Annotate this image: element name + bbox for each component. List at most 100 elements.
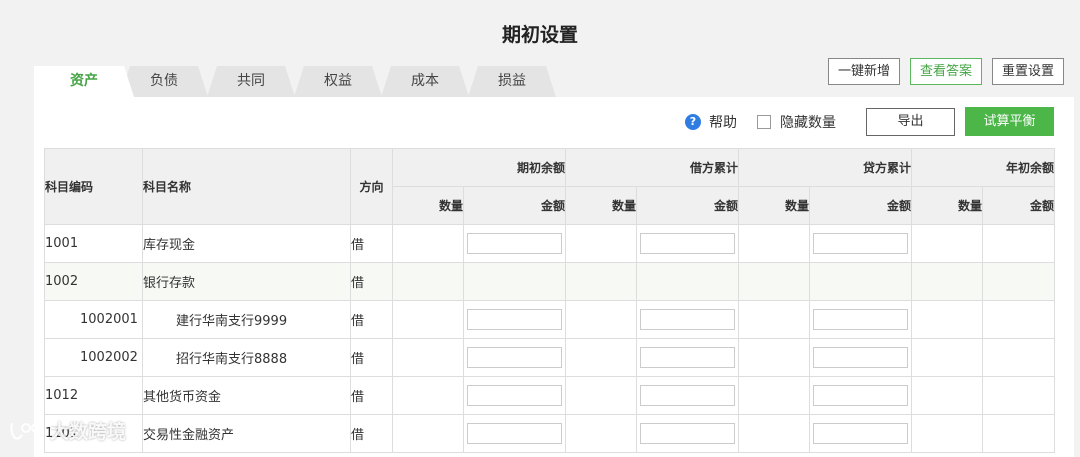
tab-cost[interactable]: 成本 — [381, 66, 469, 97]
account-direction: 借 — [350, 414, 393, 453]
table-row: 1002 银行存款 借 — [44, 262, 1056, 301]
debit-amount-input[interactable] — [640, 233, 736, 254]
year-start-qty-cell — [911, 338, 984, 377]
debit-qty-cell — [565, 224, 638, 263]
page-title: 期初设置 — [501, 24, 578, 46]
opening-amount-input[interactable] — [467, 347, 562, 368]
credit-amount-cell — [809, 224, 913, 263]
opening-amount-input[interactable] — [467, 233, 562, 254]
credit-qty-cell — [738, 300, 811, 339]
table-row: 1002001 建行华南支行9999 借 — [44, 300, 1056, 339]
opening-amount-input[interactable] — [467, 385, 562, 406]
header-amount: 金额 — [636, 186, 740, 225]
year-start-amount-cell — [982, 414, 1056, 453]
opening-amount-cell — [462, 414, 567, 453]
header-amount: 金额 — [462, 186, 567, 225]
credit-amount-input[interactable] — [813, 423, 909, 444]
header-credit-total: 贷方累计 — [738, 148, 913, 187]
account-code: 1001 — [44, 224, 143, 263]
year-start-amount-cell — [982, 376, 1056, 415]
export-button[interactable]: 导出 — [866, 107, 955, 136]
year-start-amount-cell — [982, 338, 1056, 377]
credit-amount-input[interactable] — [813, 385, 909, 406]
opening-amount-cell — [462, 338, 567, 377]
opening-qty-cell — [392, 300, 464, 339]
account-code: 1002001 — [44, 300, 143, 339]
year-start-qty-cell — [911, 262, 984, 301]
debit-amount-input[interactable] — [640, 385, 736, 406]
header-qty: 数量 — [565, 186, 638, 225]
debit-amount-input[interactable] — [640, 347, 736, 368]
header-year-start-balance: 年初余额 — [911, 148, 1056, 187]
year-start-qty-cell — [911, 414, 984, 453]
quick-add-button[interactable]: 一键新增 — [827, 58, 900, 85]
year-start-amount-cell — [982, 262, 1056, 301]
debit-amount-input[interactable] — [640, 423, 736, 444]
opening-amount-cell — [462, 224, 567, 263]
debit-amount-input[interactable] — [640, 309, 736, 330]
opening-qty-cell — [392, 414, 464, 453]
credit-amount-cell — [809, 262, 913, 301]
opening-qty-cell — [392, 262, 464, 301]
opening-amount-cell — [462, 300, 567, 339]
credit-amount-cell — [809, 338, 913, 377]
debit-amount-cell — [636, 376, 740, 415]
account-direction: 借 — [350, 224, 393, 263]
account-code: 1002002 — [44, 338, 143, 377]
account-code: 1002 — [44, 262, 143, 301]
debit-qty-cell — [565, 338, 638, 377]
debit-amount-cell — [636, 224, 740, 263]
view-answer-button[interactable]: 查看答案 — [909, 58, 982, 85]
tab-equity[interactable]: 权益 — [294, 66, 382, 97]
credit-amount-input[interactable] — [813, 233, 909, 254]
debit-amount-cell — [636, 338, 740, 377]
header-direction: 方向 — [350, 148, 393, 225]
header-opening-balance: 期初余额 — [391, 148, 567, 187]
trial-balance-button[interactable]: 试算平衡 — [965, 107, 1054, 136]
opening-amount-cell — [462, 376, 567, 415]
tab-liability[interactable]: 负债 — [120, 66, 208, 97]
account-name: 招行华南支行8888 — [142, 338, 351, 377]
tab-asset[interactable]: 资产 — [34, 66, 134, 97]
debit-qty-cell — [565, 300, 638, 339]
opening-balance-table: 科目编码 科目名称 方向 期初余额 借方累计 贷方累计 年初余额 数量 金额 数… — [44, 148, 1056, 453]
year-start-qty-cell — [911, 376, 984, 415]
question-circle-icon[interactable]: ? — [685, 113, 701, 130]
help-link[interactable]: 帮助 — [709, 112, 737, 132]
credit-qty-cell — [738, 414, 811, 453]
reset-settings-button[interactable]: 重置设置 — [991, 58, 1064, 85]
year-start-qty-cell — [911, 300, 984, 339]
table-toolbar: ? 帮助 隐藏数量 导出 试算平衡 — [685, 107, 1054, 136]
year-start-qty-cell — [911, 224, 984, 263]
tab-common[interactable]: 共同 — [207, 66, 295, 97]
table-row: 1001 库存现金 借 — [44, 224, 1056, 263]
year-start-amount-cell — [982, 224, 1056, 263]
debit-qty-cell — [565, 376, 638, 415]
watermark-text: 大数跨境 — [50, 421, 127, 443]
hide-quantity-label: 隐藏数量 — [780, 114, 836, 131]
table-row: 1012 其他货币资金 借 — [44, 376, 1056, 415]
account-direction: 借 — [350, 300, 393, 339]
opening-qty-cell — [392, 376, 464, 415]
opening-amount-input[interactable] — [467, 309, 562, 330]
hide-quantity-checkbox[interactable] — [757, 114, 771, 129]
header-amount: 金额 — [982, 186, 1056, 225]
credit-qty-cell — [738, 338, 811, 377]
debit-qty-cell — [565, 414, 638, 453]
credit-amount-cell — [809, 300, 913, 339]
account-direction: 借 — [350, 376, 393, 415]
opening-qty-cell — [392, 224, 464, 263]
opening-amount-input[interactable] — [467, 423, 562, 444]
credit-amount-cell — [809, 414, 913, 453]
account-name: 其他货币资金 — [142, 376, 351, 415]
debit-amount-cell — [636, 414, 740, 453]
account-name: 交易性金融资产 — [142, 414, 351, 453]
credit-amount-input[interactable] — [813, 347, 909, 368]
watermark: 大数跨境 — [8, 417, 126, 444]
account-name: 银行存款 — [142, 262, 351, 301]
opening-amount-cell — [462, 262, 567, 301]
header-qty: 数量 — [392, 186, 464, 225]
opening-qty-cell — [392, 338, 464, 377]
credit-amount-input[interactable] — [813, 309, 909, 330]
tab-profit-loss[interactable]: 损益 — [468, 66, 556, 97]
